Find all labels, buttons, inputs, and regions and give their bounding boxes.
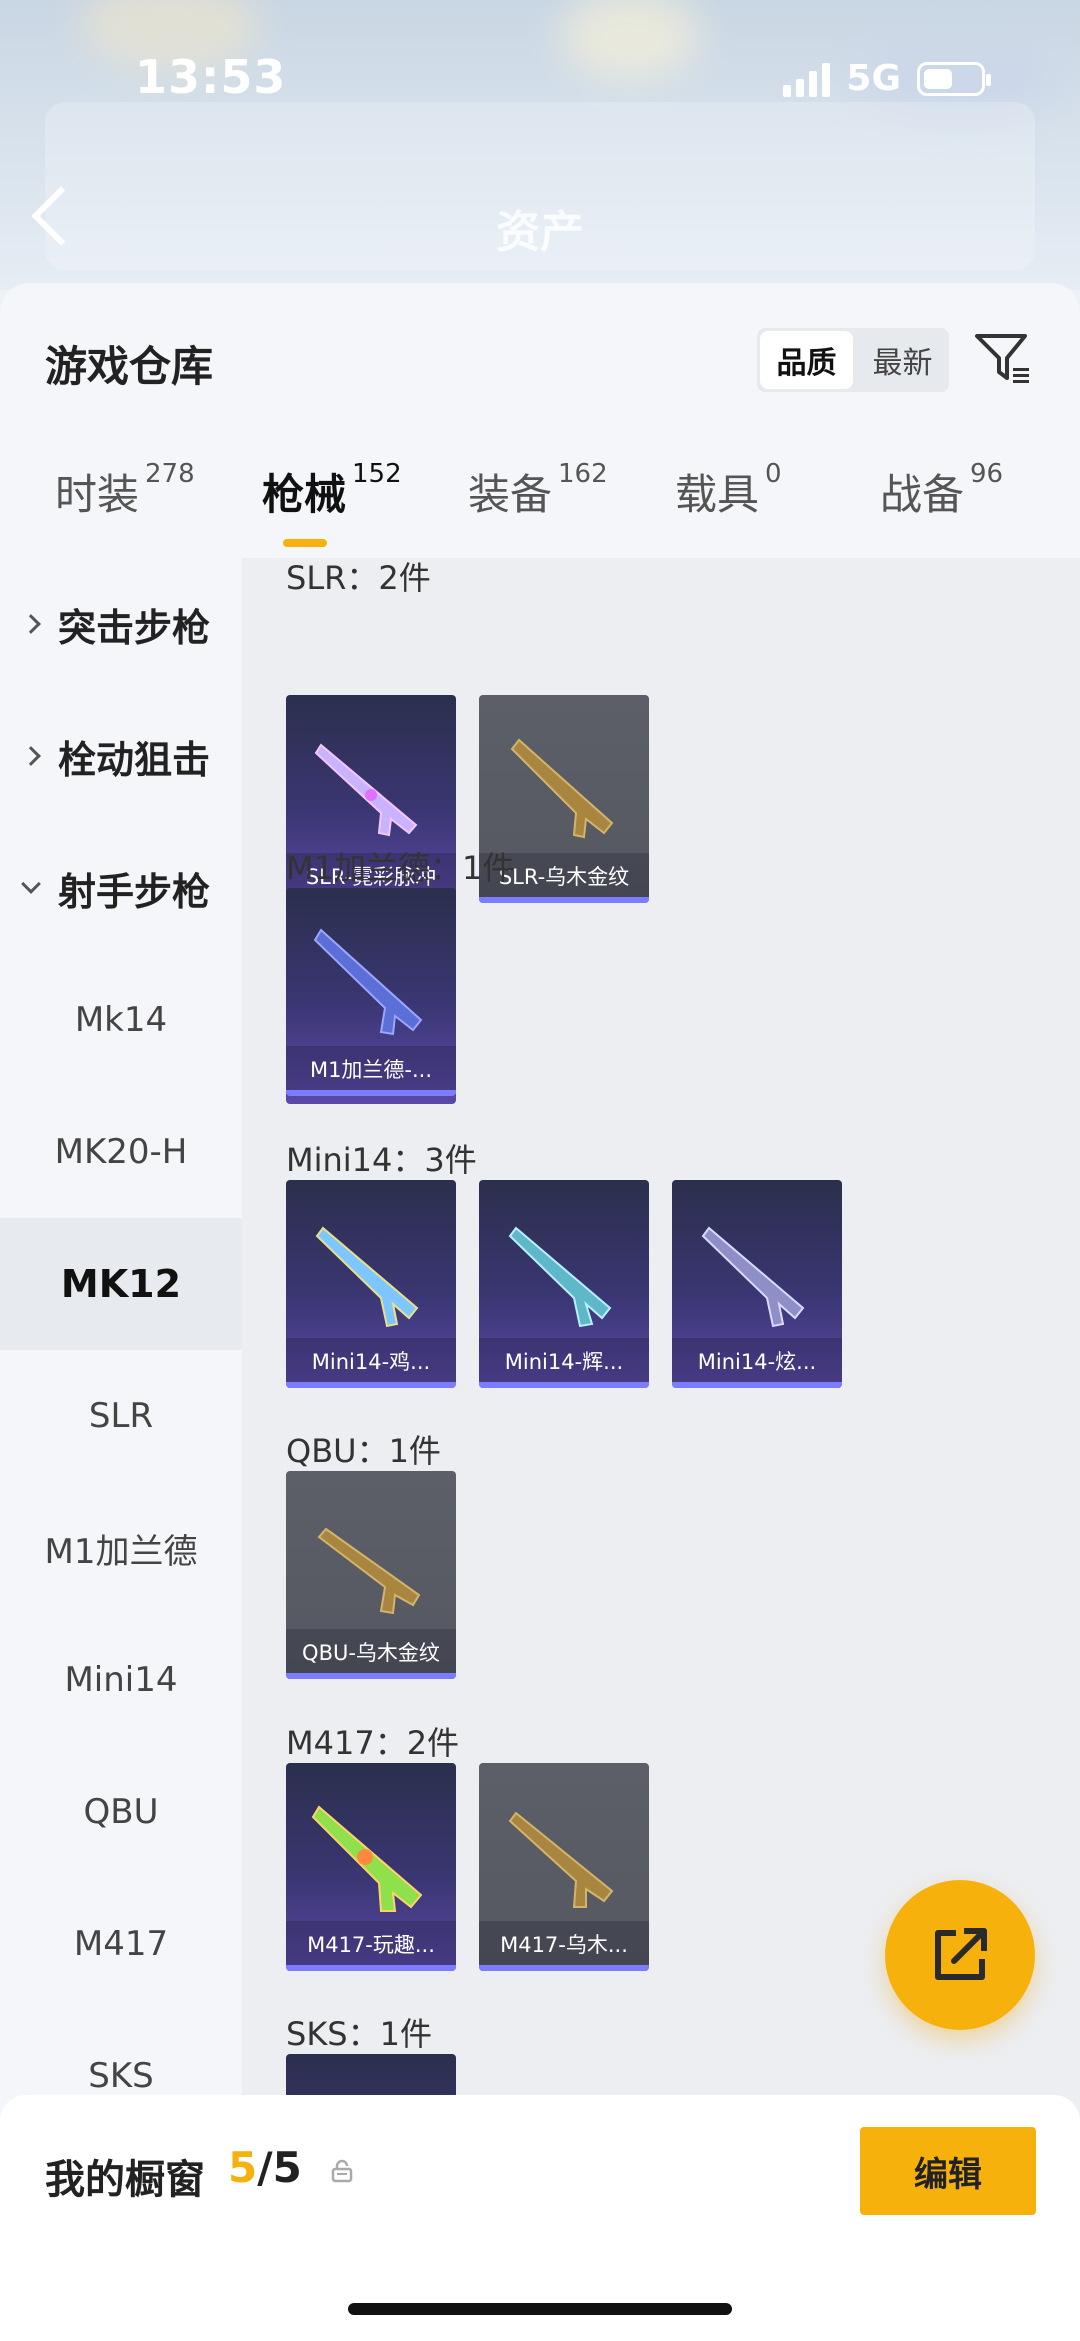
rifle-icon <box>314 743 418 837</box>
category-label: 突击步枪 <box>58 605 211 650</box>
sort-latest[interactable]: 最新 <box>856 328 949 392</box>
tab-label: 枪械 <box>262 470 347 519</box>
item-name: Mini14-辉... <box>504 1350 624 1374</box>
sidebar-item-mini14[interactable]: Mini14 <box>0 1614 242 1746</box>
item-name: Mini14-炫... <box>697 1350 817 1374</box>
sidebar-item-mk14[interactable]: Mk14 <box>0 954 242 1086</box>
group-title-sks: SKS：1件 <box>286 2015 432 2053</box>
tab-count: 96 <box>970 459 1004 489</box>
sidebar-item-mk12[interactable]: MK12 <box>0 1218 242 1350</box>
share-button[interactable] <box>885 1880 1035 2030</box>
item-card[interactable]: Mini14-鸡... <box>286 1180 456 1388</box>
group-title-qbu: QBU：1件 <box>286 1432 441 1470</box>
tier-bar <box>479 1965 649 1971</box>
tab-fashion[interactable]: 时装 278 <box>55 459 195 522</box>
tab-label: 装备 <box>468 470 553 519</box>
active-tab-indicator <box>283 539 327 547</box>
lock-icon <box>331 2159 353 2183</box>
showcase-total: /5 <box>257 2143 302 2192</box>
item-name: M1加兰德-... <box>309 1058 433 1082</box>
tab-label: 战备 <box>880 470 965 519</box>
rifle-icon <box>311 1805 423 1912</box>
showcase-label: 我的橱窗 <box>45 2157 205 2203</box>
tier-bar <box>672 1382 842 1388</box>
tier-bar <box>286 1965 456 1971</box>
rifle-icon <box>317 1527 421 1615</box>
sidebar-item-slr[interactable]: SLR <box>0 1350 242 1482</box>
tier-bar <box>479 897 649 903</box>
showcase-current: 5 <box>228 2143 258 2192</box>
tab-count: 278 <box>145 459 195 489</box>
page-title: 资产 <box>496 207 584 258</box>
sidebar-item-m1-garand[interactable]: M1加兰德 <box>0 1482 242 1614</box>
item-name: M417-玩趣... <box>307 1933 435 1957</box>
rifle-icon <box>508 1226 612 1328</box>
category-assault-rifle[interactable]: 突击步枪 <box>0 558 242 690</box>
edit-button[interactable]: 编辑 <box>860 2127 1036 2215</box>
category-dmr[interactable]: 射手步枪 <box>0 822 242 954</box>
tab-vehicles[interactable]: 载具 0 <box>675 459 782 522</box>
chevron-right-icon <box>21 746 41 766</box>
category-label: 栓动狙击 <box>58 737 211 782</box>
warehouse-sheet: 游戏仓库 品质 最新 时装 278 枪械 152 装备 162 载具 0 战备 … <box>0 283 1080 2341</box>
chevron-right-icon <box>21 614 41 634</box>
status-time: 13:53 <box>135 50 287 104</box>
item-card[interactable]: M1加兰德-... <box>286 888 456 1096</box>
showcase-count: 5/5 <box>228 2143 302 2192</box>
rifle-icon <box>313 928 423 1036</box>
item-card[interactable]: QBU-乌木金纹 <box>286 1471 456 1679</box>
sidebar-item-mk20h[interactable]: MK20-H <box>0 1086 242 1218</box>
tab-equipment[interactable]: 装备 162 <box>468 459 608 522</box>
rifle-icon <box>701 1226 805 1328</box>
group-title-m417: M417：2件 <box>286 1724 460 1762</box>
status-indicators: 5G <box>783 58 991 99</box>
chevron-down-icon <box>21 874 41 894</box>
item-name: QBU-乌木金纹 <box>302 1641 440 1665</box>
group-title-m1-garand: M1加兰德：1件 <box>286 849 515 887</box>
tier-bar <box>286 1673 456 1679</box>
item-card[interactable]: Mini14-炫... <box>672 1180 842 1388</box>
category-sidebar: 突击步枪 栓动狙击 射手步枪 Mk14 MK20-H MK12 SLR M1加兰… <box>0 558 242 2341</box>
tier-bar <box>286 1090 456 1096</box>
sort-quality[interactable]: 品质 <box>760 331 853 389</box>
group-title-mini14: Mini14：3件 <box>286 1141 477 1179</box>
battery-icon <box>917 61 991 96</box>
external-link-icon <box>935 1928 987 1980</box>
tab-count: 152 <box>352 459 402 489</box>
item-name: Mini14-鸡... <box>311 1350 431 1374</box>
rifle-icon <box>510 738 614 839</box>
rifle-icon <box>315 1226 419 1328</box>
tab-count: 0 <box>765 459 782 489</box>
category-tabs: 时装 278 枪械 152 装备 162 载具 0 战备 96 <box>0 459 1080 551</box>
item-card[interactable]: Mini14-辉... <box>479 1180 649 1388</box>
group-title-slr: SLR：2件 <box>286 559 431 597</box>
tab-label: 载具 <box>675 470 760 519</box>
item-card[interactable]: M417-乌木... <box>479 1763 649 1971</box>
network-type: 5G <box>846 58 901 99</box>
rifle-icon <box>508 1811 614 1908</box>
tier-bar <box>286 1382 456 1388</box>
tab-label: 时装 <box>55 470 140 519</box>
category-bolt-sniper[interactable]: 栓动狙击 <box>0 690 242 822</box>
tab-supplies[interactable]: 战备 96 <box>880 459 1004 522</box>
sheet-title: 游戏仓库 <box>45 342 214 391</box>
tab-guns[interactable]: 枪械 152 <box>262 459 402 522</box>
tab-count: 162 <box>558 459 608 489</box>
item-card[interactable]: M417-玩趣... <box>286 1763 456 1971</box>
sidebar-item-qbu[interactable]: QBU <box>0 1746 242 1878</box>
header-backdrop: 资产 <box>0 0 1080 290</box>
tier-bar <box>479 1382 649 1388</box>
filter-icon[interactable] <box>973 328 1033 388</box>
sidebar-item-m417[interactable]: M417 <box>0 1878 242 2010</box>
category-label: 射手步枪 <box>58 869 211 914</box>
sort-toggle[interactable]: 品质 最新 <box>757 328 949 392</box>
item-list[interactable]: SLR：2件 SLR-霓彩脉冲 SLR-乌木金纹 M1加兰德：1件 M1加兰德-… <box>242 558 1080 2341</box>
item-name: M417-乌木... <box>500 1933 628 1957</box>
home-indicator[interactable] <box>348 2303 732 2315</box>
signal-icon <box>783 61 831 97</box>
